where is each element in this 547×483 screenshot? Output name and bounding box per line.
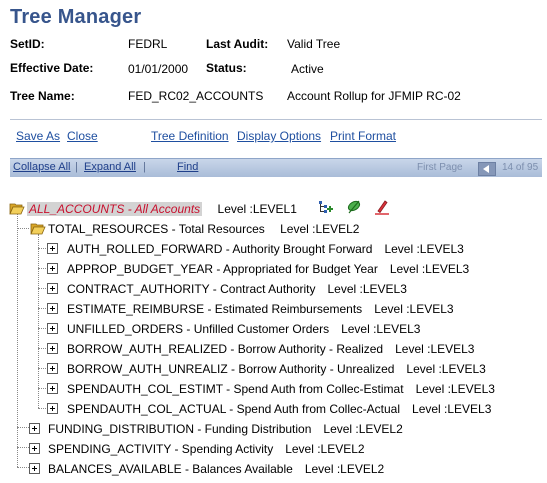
tree-node-level2[interactable]: FUNDING_DISTRIBUTION - Funding Distribut… (48, 422, 403, 436)
setid-value: FEDRL (128, 37, 168, 51)
tree-node-level3[interactable]: ESTIMATE_REIMBURSE - Estimated Reimburse… (67, 302, 454, 316)
node-label[interactable]: SPENDAUTH_COL_ESTIMT - Spend Auth from C… (67, 382, 404, 396)
node-level: Level :LEVEL1 (217, 202, 297, 216)
node-level: Level :LEVEL3 (341, 322, 421, 336)
tree-node-level3[interactable]: CONTRACT_AUTHORITY - Contract Authority L… (67, 282, 407, 296)
expand-plus-icon[interactable] (47, 303, 58, 314)
tree-node-level2[interactable]: SPENDING_ACTIVITY - Spending Activity Lev… (48, 442, 365, 456)
node-label[interactable]: ESTIMATE_REIMBURSE - Estimated Reimburse… (67, 302, 362, 316)
collapse-all-link[interactable]: Collapse All (13, 161, 70, 173)
first-page-label: First Page (417, 162, 463, 173)
save-as-link[interactable]: Save As (16, 129, 60, 143)
page-title: Tree Manager (10, 6, 142, 28)
tree-description: Account Rollup for JFMIP RC-02 (287, 89, 461, 103)
node-label[interactable]: FUNDING_DISTRIBUTION - Funding Distribut… (48, 422, 311, 436)
insert-sibling-icon[interactable] (346, 199, 362, 215)
insert-child-icon[interactable] (318, 199, 334, 215)
edit-data-icon[interactable] (374, 199, 390, 215)
print-format-link[interactable]: Print Format (330, 129, 396, 143)
node-label[interactable]: BORROW_AUTH_REALIZED - Borrow Authority … (67, 342, 383, 356)
tree-connector (17, 214, 18, 467)
node-label[interactable]: UNFILLED_ORDERS - Unfilled Customer Orde… (67, 322, 329, 336)
node-label[interactable]: BALANCES_AVAILABLE - Balances Available (48, 462, 293, 476)
node-level: Level :LEVEL3 (384, 242, 464, 256)
node-label[interactable]: SPENDAUTH_COL_ACTUAL - Spend Auth from C… (67, 402, 400, 416)
tree-connector (17, 467, 29, 468)
expand-all-link[interactable]: Expand All (84, 161, 136, 173)
tree-name-label: Tree Name: (10, 89, 75, 103)
display-options-link[interactable]: Display Options (237, 129, 321, 143)
setid-label: SetID: (10, 37, 45, 51)
nav-separator: | (143, 161, 146, 173)
expand-plus-icon[interactable] (47, 323, 58, 334)
node-level: Level :LEVEL2 (285, 442, 365, 456)
tree-node-level2[interactable]: BALANCES_AVAILABLE - Balances Available L… (48, 462, 384, 476)
tree-node-level3[interactable]: BORROW_AUTH_REALIZED - Borrow Authority … (67, 342, 474, 356)
status-value: Active (291, 62, 324, 76)
expand-plus-icon[interactable] (47, 243, 58, 254)
tree-node-root[interactable]: ALL_ACCOUNTS - All Accounts Level :LEVEL… (27, 202, 297, 216)
root-node-label[interactable]: ALL_ACCOUNTS - All Accounts (27, 202, 203, 216)
tree-name-value: FED_RC02_ACCOUNTS (128, 89, 264, 103)
expand-plus-icon[interactable] (29, 463, 40, 474)
node-level: Level :LEVEL2 (323, 422, 403, 436)
close-link[interactable]: Close (67, 129, 98, 143)
node-label[interactable]: CONTRACT_AUTHORITY - Contract Authority (67, 282, 316, 296)
tree-connector (17, 228, 29, 229)
folder-open-icon[interactable] (30, 222, 46, 235)
node-level: Level :LEVEL3 (412, 402, 492, 416)
expand-plus-icon[interactable] (47, 263, 58, 274)
node-level: Level :LEVEL3 (406, 362, 486, 376)
expand-plus-icon[interactable] (47, 283, 58, 294)
tree-node-level3[interactable]: APPROP_BUDGET_YEAR - Appropriated for Bu… (67, 262, 469, 276)
node-level: Level :LEVEL3 (395, 342, 475, 356)
tree-node-level3[interactable]: BORROW_AUTH_UNREALIZ - Borrow Authority … (67, 362, 486, 376)
tree-node-level3[interactable]: SPENDAUTH_COL_ESTIMT - Spend Auth from C… (67, 382, 495, 396)
tree-connector (38, 234, 39, 408)
tree-node-level3[interactable]: SPENDAUTH_COL_ACTUAL - Spend Auth from C… (67, 402, 491, 416)
last-audit-label: Last Audit: (206, 37, 269, 51)
node-level: Level :LEVEL3 (389, 262, 470, 276)
expand-plus-icon[interactable] (47, 363, 58, 374)
folder-open-icon[interactable] (9, 202, 25, 215)
tree-node-level2[interactable]: TOTAL_RESOURCES - Total Resources Level … (48, 222, 359, 236)
nav-separator: | (75, 161, 78, 173)
node-level: Level :LEVEL2 (280, 222, 360, 236)
page-count: 14 of 95 (502, 162, 539, 173)
node-level: Level :LEVEL3 (327, 282, 407, 296)
tree-connector (17, 447, 29, 448)
previous-page-button[interactable] (478, 162, 496, 176)
expand-plus-icon[interactable] (47, 343, 58, 354)
find-link[interactable]: Find (177, 161, 198, 173)
tree-node-level3[interactable]: AUTH_ROLLED_FORWARD - Authority Brought … (67, 242, 464, 256)
tree-node-level3[interactable]: UNFILLED_ORDERS - Unfilled Customer Orde… (67, 322, 420, 336)
expand-plus-icon[interactable] (47, 403, 58, 414)
node-label[interactable]: TOTAL_RESOURCES - Total Resources (48, 222, 265, 236)
expand-plus-icon[interactable] (29, 423, 40, 434)
effective-date-label: Effective Date: (10, 61, 94, 75)
node-label[interactable]: AUTH_ROLLED_FORWARD - Authority Brought … (67, 242, 372, 256)
expand-plus-icon[interactable] (47, 383, 58, 394)
tree-definition-link[interactable]: Tree Definition (151, 129, 229, 143)
node-label[interactable]: SPENDING_ACTIVITY - Spending Activity (48, 442, 273, 456)
node-level: Level :LEVEL3 (415, 382, 495, 396)
status-label: Status: (206, 61, 247, 75)
divider (10, 119, 542, 120)
last-audit-value: Valid Tree (287, 37, 341, 51)
node-level: Level :LEVEL2 (304, 462, 385, 476)
tree-connector (17, 427, 29, 428)
effective-date-value: 01/01/2000 (128, 62, 189, 76)
node-label[interactable]: BORROW_AUTH_UNREALIZ - Borrow Authority … (67, 362, 394, 376)
node-level: Level :LEVEL3 (374, 302, 454, 316)
expand-plus-icon[interactable] (29, 443, 40, 454)
tree-navigation-bar: Collapse All | Expand All | Find First P… (10, 158, 542, 177)
node-label[interactable]: APPROP_BUDGET_YEAR - Appropriated for Bu… (67, 262, 378, 276)
